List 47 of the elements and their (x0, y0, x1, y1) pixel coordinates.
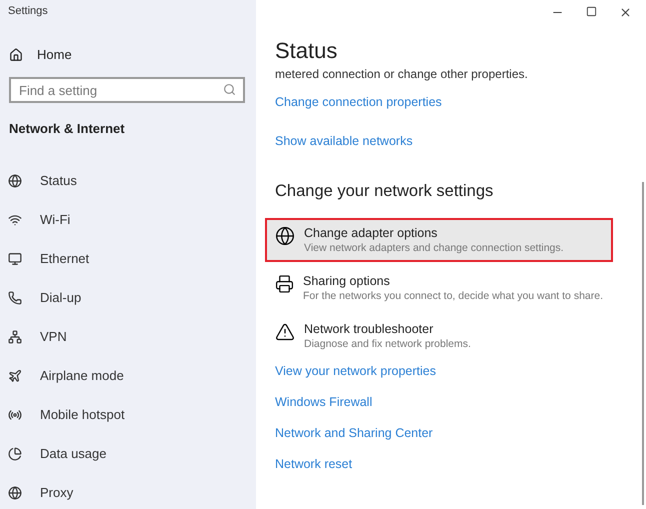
link[interactable]: Network reset (275, 457, 352, 471)
search-field[interactable]: Find a setting (9, 77, 245, 103)
home-nav-item[interactable]: Home (9, 47, 256, 62)
link[interactable]: Change connection properties (275, 95, 442, 109)
link[interactable]: Windows Firewall (275, 395, 372, 409)
wifi-icon (8, 212, 22, 226)
settings-option[interactable]: Network troubleshooter Diagnose and fix network problems. (265, 314, 613, 358)
sidebar-item[interactable]: Proxy (0, 473, 256, 509)
description-text: metered connection or change other properties. (275, 67, 529, 81)
link[interactable]: View your network properties (275, 364, 436, 378)
option-description: View network adapters and change connection settings. (304, 242, 564, 254)
option-title: Change adapter options (304, 226, 438, 240)
printer-icon (275, 274, 294, 294)
settings-option[interactable]: Sharing options For the networks you connect to, decide what you want to share. (265, 266, 613, 310)
phone-icon (8, 290, 22, 304)
antenna-icon (8, 408, 22, 422)
warning-icon (275, 322, 295, 342)
link[interactable]: Network and Sharing Center (275, 426, 433, 440)
monitor-icon (8, 252, 22, 266)
sidebar-item[interactable]: Ethernet (0, 239, 256, 278)
sidebar-item[interactable]: Status (0, 161, 256, 200)
network-icon (8, 330, 22, 344)
settings-option[interactable]: Change adapter options View network adapters and change connection settings. (265, 218, 613, 262)
link[interactable]: Show available networks (275, 134, 413, 148)
globe-icon (8, 486, 22, 500)
window-title: Settings (8, 5, 49, 17)
airplane-icon (8, 368, 22, 382)
globe-icon (275, 226, 295, 246)
section-heading: Change your network settings (275, 182, 494, 201)
option-title: Network troubleshooter (304, 322, 434, 336)
option-title: Sharing options (303, 274, 391, 288)
section-heading: Network & Internet (9, 121, 126, 136)
page-title: Status (275, 38, 338, 64)
option-description: For the networks you connect to, decide what you want to share. (303, 290, 603, 302)
pie-chart-icon (8, 446, 22, 460)
close-icon[interactable] (619, 6, 632, 19)
maximize-icon[interactable] (586, 6, 597, 17)
sidebar-item[interactable]: Wi-Fi (0, 200, 256, 239)
sidebar-item[interactable]: Data usage (0, 434, 256, 473)
home-icon (9, 48, 23, 62)
globe-icon (8, 174, 22, 188)
search-icon (223, 83, 236, 96)
sidebar-item[interactable]: Airplane mode (0, 356, 256, 395)
sidebar-item[interactable]: Mobile hotspot (0, 395, 256, 434)
sidebar-item[interactable]: VPN (0, 317, 256, 356)
sidebar-item[interactable]: Dial-up (0, 278, 256, 317)
option-description: Diagnose and fix network problems. (304, 338, 471, 350)
